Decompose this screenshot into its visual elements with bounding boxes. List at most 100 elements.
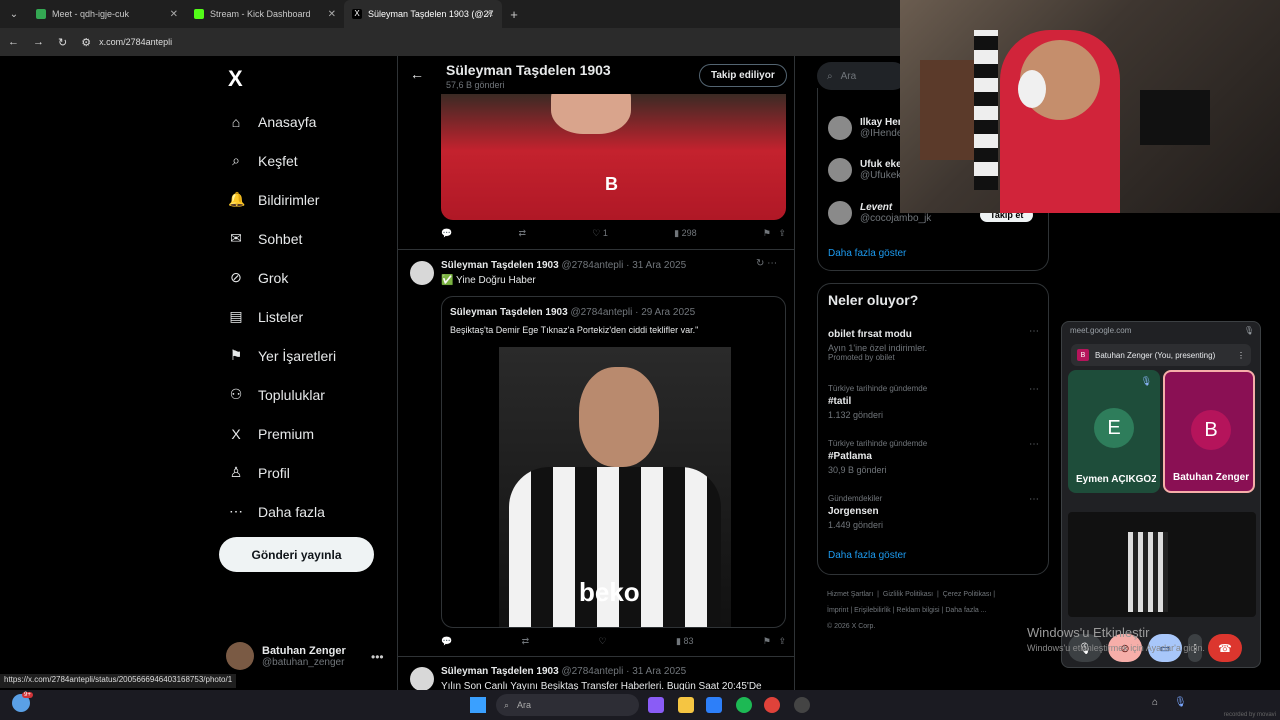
post-image-benfica[interactable]: B: [441, 94, 786, 220]
nav-label: Grok: [258, 269, 289, 286]
spotify-icon[interactable]: [736, 697, 752, 713]
nav-home[interactable]: ⌂ Anasayfa: [220, 102, 390, 141]
more-icon[interactable]: ⋯: [1029, 384, 1039, 395]
back-arrow-icon[interactable]: ←: [410, 66, 424, 82]
nav-profile[interactable]: ♙ Profil: [220, 453, 390, 492]
recorder-credit: recorded by movavi: [1223, 712, 1276, 718]
search-input[interactable]: ⌕ Ara: [817, 62, 907, 90]
footer-link[interactable]: Gizlilik Politikası: [883, 591, 933, 598]
file-explorer-icon[interactable]: [678, 697, 694, 713]
show-more-link[interactable]: Daha fazla göster: [828, 248, 906, 259]
avatar[interactable]: [410, 667, 434, 690]
account-menu-icon[interactable]: •••: [371, 650, 384, 664]
forward-icon[interactable]: →: [33, 36, 44, 48]
grok-icon: ⊘: [230, 269, 242, 285]
suggested-account[interactable]: Ilkay Her @IHende: [828, 116, 902, 140]
repost-icon[interactable]: ⇄: [518, 228, 526, 239]
participant-initial: E: [1094, 408, 1134, 448]
mic-tray-icon[interactable]: 🎙: [1174, 697, 1190, 713]
more-icon[interactable]: ⋯: [1029, 494, 1039, 505]
taskbar-search[interactable]: ⌕ Ara: [496, 694, 639, 716]
post-button[interactable]: Gönderi yayınla: [219, 537, 374, 572]
tweet-author[interactable]: Süleyman Taşdelen 1903 @2784antepli · 31…: [441, 260, 686, 271]
trend-item[interactable]: Türkiye tarihinde gündemde #Patlama 30,9…: [828, 439, 1043, 475]
account-switcher[interactable]: Batuhan Zenger @batuhan_zenger: [226, 642, 386, 670]
bookmark-icon[interactable]: ⚑ ⇪: [763, 228, 786, 239]
profile-name: Süleyman Taşdelen 1903: [446, 62, 611, 78]
tab-x-profile[interactable]: X Süleyman Taşdelen 1903 (@27 ✕: [344, 0, 502, 28]
views-button[interactable]: ▮ 83: [676, 636, 693, 647]
participant-tile[interactable]: B Batuhan Zenger: [1163, 370, 1255, 493]
views-button[interactable]: ▮ 298: [674, 228, 696, 239]
footer-link[interactable]: Çerez Politikası: [943, 591, 992, 598]
network-icon[interactable]: ⌂: [1152, 697, 1168, 713]
more-icon[interactable]: ⋯: [1029, 326, 1039, 337]
tab-list-icon[interactable]: ⌄: [0, 9, 28, 20]
x-sidebar: X ⌂ Anasayfa ⌕ Keşfet 🔔 Bildirimler ✉ Sohbet…: [220, 60, 390, 531]
nav-label: Listeler: [258, 308, 304, 325]
windows-start-icon[interactable]: [470, 697, 486, 713]
tweet-author[interactable]: Süleyman Taşdelen 1903 @2784antepli · 31…: [441, 666, 686, 677]
trend-item[interactable]: obilet fırsat modu Ayın 1'ine özel indir…: [828, 326, 1043, 362]
bookmark-icon[interactable]: ⚑ ⇪: [763, 636, 786, 647]
tweet-more-icon[interactable]: ↻ ⋯: [756, 258, 777, 269]
site-info-icon[interactable]: ⚙: [81, 36, 91, 49]
besiktas-flag: [974, 30, 998, 190]
nav-label: Keşfet: [258, 152, 298, 169]
store-icon[interactable]: [706, 697, 722, 713]
chrome-icon[interactable]: [764, 697, 780, 713]
obs-icon[interactable]: [794, 697, 810, 713]
more-vert-icon[interactable]: ⋮: [1237, 351, 1245, 360]
nav-premium[interactable]: X Premium: [220, 414, 390, 453]
new-tab-button[interactable]: +: [502, 7, 526, 22]
footer-link[interactable]: Hizmet Şartları: [827, 591, 873, 598]
quote-image-player[interactable]: beko: [499, 347, 731, 627]
copyright: © 2026 X Corp.: [827, 623, 876, 630]
nav-notifications[interactable]: 🔔 Bildirimler: [220, 180, 390, 219]
nav-messages[interactable]: ✉ Sohbet: [220, 219, 390, 258]
following-button[interactable]: Takip ediliyor: [699, 64, 787, 87]
reply-icon[interactable]: 💬: [441, 636, 452, 647]
nav-communities[interactable]: ⚇ Topluluklar: [220, 375, 390, 414]
x-logo-icon[interactable]: X: [228, 66, 390, 92]
quoted-tweet[interactable]: Süleyman Taşdelen 1903 @2784antepli · 29…: [441, 296, 786, 628]
back-icon[interactable]: ←: [8, 36, 19, 48]
footer-link[interactable]: Daha fazla ...: [945, 607, 986, 614]
tab-kick[interactable]: Stream - Kick Dashboard ✕: [186, 0, 344, 28]
trend-item[interactable]: Türkiye tarihinde gündemde #tatil 1.132 …: [828, 384, 1043, 420]
tab-meet[interactable]: Meet - qdh-igje-cuk ✕: [28, 0, 186, 28]
footer-link[interactable]: Erişilebilirlik: [854, 607, 891, 614]
nav-label: Profil: [258, 464, 290, 481]
footer-link[interactable]: İmprint: [827, 607, 848, 614]
meet-pip-window: meet.google.com 🎙 B Batuhan Zenger (You, …: [1061, 321, 1261, 668]
more-icon[interactable]: ⋯: [1029, 439, 1039, 450]
windows-taskbar: 9+: [0, 690, 1280, 720]
more-icon: ⋯: [229, 503, 243, 519]
nav-bookmarks[interactable]: ⚑ Yer İşaretleri: [220, 336, 390, 375]
show-more-link[interactable]: Daha fazla göster: [828, 550, 906, 561]
reply-icon[interactable]: 💬: [441, 228, 452, 239]
suggested-account[interactable]: Ufuk eke @Ufukek: [828, 158, 902, 182]
footer-link[interactable]: Reklam bilgisi: [896, 607, 939, 614]
hang-up-button[interactable]: ☎: [1208, 634, 1242, 662]
trend-item[interactable]: Gündemdekiler Jorgensen 1.449 gönderi ⋯: [828, 494, 1043, 530]
presenting-bar[interactable]: B Batuhan Zenger (You, presenting) ⋮: [1071, 344, 1251, 366]
nav-lists[interactable]: ▤ Listeler: [220, 297, 390, 336]
home-icon: ⌂: [231, 113, 241, 130]
like-button[interactable]: ♡ 1: [592, 228, 608, 239]
avatar: [828, 201, 852, 225]
like-icon[interactable]: ♡: [599, 636, 607, 647]
close-tab-icon[interactable]: ✕: [486, 9, 494, 20]
nav-grok[interactable]: ⊘ Grok: [220, 258, 390, 297]
shared-screen-preview[interactable]: [1068, 512, 1256, 617]
repost-icon[interactable]: ⇄: [522, 636, 530, 647]
copilot-icon[interactable]: [648, 697, 664, 713]
avatar[interactable]: [410, 261, 434, 285]
url-field[interactable]: x.com/2784antepli: [99, 37, 172, 47]
participant-tile[interactable]: 🎙 E Eymen AÇIKGÖZ: [1068, 370, 1160, 493]
nav-more[interactable]: ⋯ Daha fazla: [220, 492, 390, 531]
nav-explore[interactable]: ⌕ Keşfet: [220, 141, 390, 180]
reload-icon[interactable]: ↻: [58, 36, 67, 49]
close-tab-icon[interactable]: ✕: [170, 9, 178, 20]
close-tab-icon[interactable]: ✕: [328, 9, 336, 20]
